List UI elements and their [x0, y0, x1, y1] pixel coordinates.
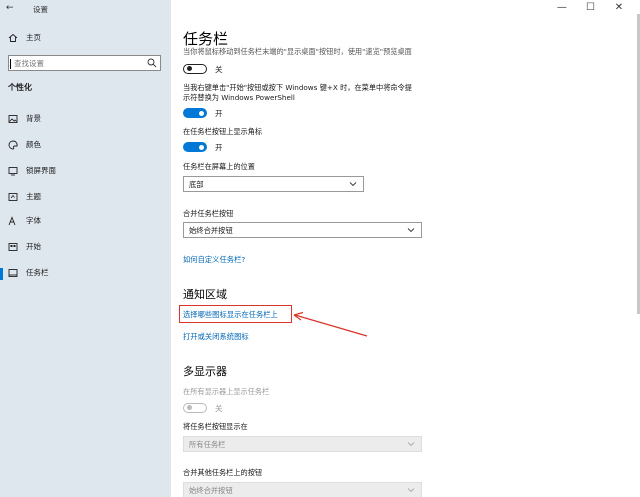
notification-area-heading: 通知区域 [183, 288, 227, 301]
sidebar-item-themes[interactable]: 主题 [0, 186, 171, 210]
lock-screen-icon [8, 167, 18, 176]
peek-toggle-state: 关 [215, 65, 223, 74]
sidebar-item-label: 颜色 [26, 140, 41, 149]
start-icon [8, 243, 18, 251]
section-title: 个性化 [8, 83, 32, 92]
dropdown-value: 始终合并按钮 [189, 226, 233, 235]
sidebar-item-fonts[interactable]: 字体 [0, 210, 171, 234]
chevron-down-icon [407, 442, 415, 447]
peek-toggle[interactable] [183, 64, 207, 74]
select-taskbar-icons-link[interactable]: 选择哪些图标显示在任务栏上 [183, 310, 278, 320]
show-all-displays-description: 在所有显示器上显示任务栏 [183, 387, 270, 396]
search-input[interactable] [11, 57, 142, 69]
badges-toggle-state: 开 [215, 143, 223, 152]
show-all-displays-state: 关 [215, 404, 223, 413]
show-buttons-label: 将任务栏按钮显示在 [183, 422, 248, 431]
toggle-knob [187, 66, 192, 72]
system-icons-link[interactable]: 打开或关闭系统图标 [183, 332, 249, 342]
peek-description: 当你将鼠标移动到任务栏末端的"显示桌面"按钮时，使用"速览"预览桌面 [183, 47, 412, 56]
sidebar-item-label: 背景 [26, 114, 41, 123]
sidebar-item-background[interactable]: 背景 [0, 108, 171, 132]
taskbar-icon [8, 269, 18, 277]
combine-label: 合并任务栏按钮 [183, 209, 234, 218]
maximize-button[interactable]: ☐ [577, 1, 603, 15]
theme-icon [8, 193, 18, 201]
customize-taskbar-link[interactable]: 如何自定义任务栏? [183, 255, 245, 265]
sidebar-item-label: 开始 [26, 242, 41, 251]
sidebar-item-label: 主页 [26, 33, 41, 42]
window-controls: — ☐ ✕ [549, 1, 632, 15]
main-content: — ☐ ✕ 任务栏 当你将鼠标移动到任务栏末端的"显示桌面"按钮时，使用"速览"… [171, 0, 640, 497]
search-box[interactable] [8, 55, 161, 71]
text-caret [10, 59, 11, 69]
sidebar-item-label: 字体 [26, 216, 41, 225]
selected-indicator [0, 268, 3, 280]
toggle-knob [187, 405, 192, 411]
back-icon[interactable]: ← [6, 3, 14, 13]
badges-toggle[interactable] [183, 142, 207, 152]
image-icon [8, 115, 18, 123]
badges-description: 在任务栏按钮上显示角标 [183, 127, 263, 136]
minimize-button[interactable]: — [549, 1, 575, 15]
multi-display-heading: 多显示器 [183, 365, 227, 378]
combine-other-dropdown[interactable]: 始终合并按钮 [183, 482, 422, 497]
sidebar-item-lock-screen[interactable]: 锁屏界面 [0, 160, 171, 184]
location-dropdown[interactable]: 底部 [183, 176, 364, 192]
sidebar-item-start[interactable]: 开始 [0, 236, 171, 260]
font-icon [8, 216, 16, 226]
chevron-down-icon [407, 488, 415, 493]
chevron-down-icon [349, 182, 357, 187]
powershell-toggle[interactable] [183, 108, 207, 118]
powershell-description: 当我右键单击"开始"按钮或按下 Windows 键+X 时，在菜单中将命令提 [183, 83, 412, 92]
annotation-arrow-icon [293, 311, 368, 337]
chevron-down-icon [407, 228, 415, 233]
dropdown-value: 底部 [189, 180, 204, 189]
show-buttons-dropdown[interactable]: 所有任务栏 [183, 436, 422, 452]
sidebar-item-taskbar[interactable]: 任务栏 [0, 262, 171, 286]
toggle-knob [199, 144, 204, 150]
page-title: 任务栏 [183, 30, 229, 48]
window-title: 设置 [33, 5, 48, 14]
sidebar: ← 设置 主页 个性化 背景 颜色 锁屏界面 主题 字体 开始 任务栏 [0, 0, 171, 497]
close-button[interactable]: ✕ [606, 1, 632, 15]
combine-other-label: 合并其他任务栏上的按钮 [183, 468, 263, 477]
sidebar-item-label: 任务栏 [26, 268, 49, 277]
combine-dropdown[interactable]: 始终合并按钮 [183, 222, 422, 238]
home-icon [8, 33, 18, 42]
sidebar-item-label: 主题 [26, 192, 41, 201]
toggle-knob [199, 110, 204, 116]
powershell-description-line2: 示符替换为 Windows PowerShell [183, 93, 295, 102]
sidebar-item-label: 锁屏界面 [26, 166, 56, 175]
sidebar-item-home[interactable]: 主页 [0, 27, 171, 51]
sidebar-item-colors[interactable]: 颜色 [0, 134, 171, 158]
dropdown-value: 所有任务栏 [189, 440, 226, 449]
dropdown-value: 始终合并按钮 [189, 486, 233, 495]
search-icon[interactable] [147, 58, 157, 68]
show-all-displays-toggle[interactable] [183, 403, 207, 413]
powershell-toggle-state: 开 [215, 109, 223, 118]
location-label: 任务栏在屏幕上的位置 [183, 162, 255, 171]
palette-icon [8, 140, 18, 150]
